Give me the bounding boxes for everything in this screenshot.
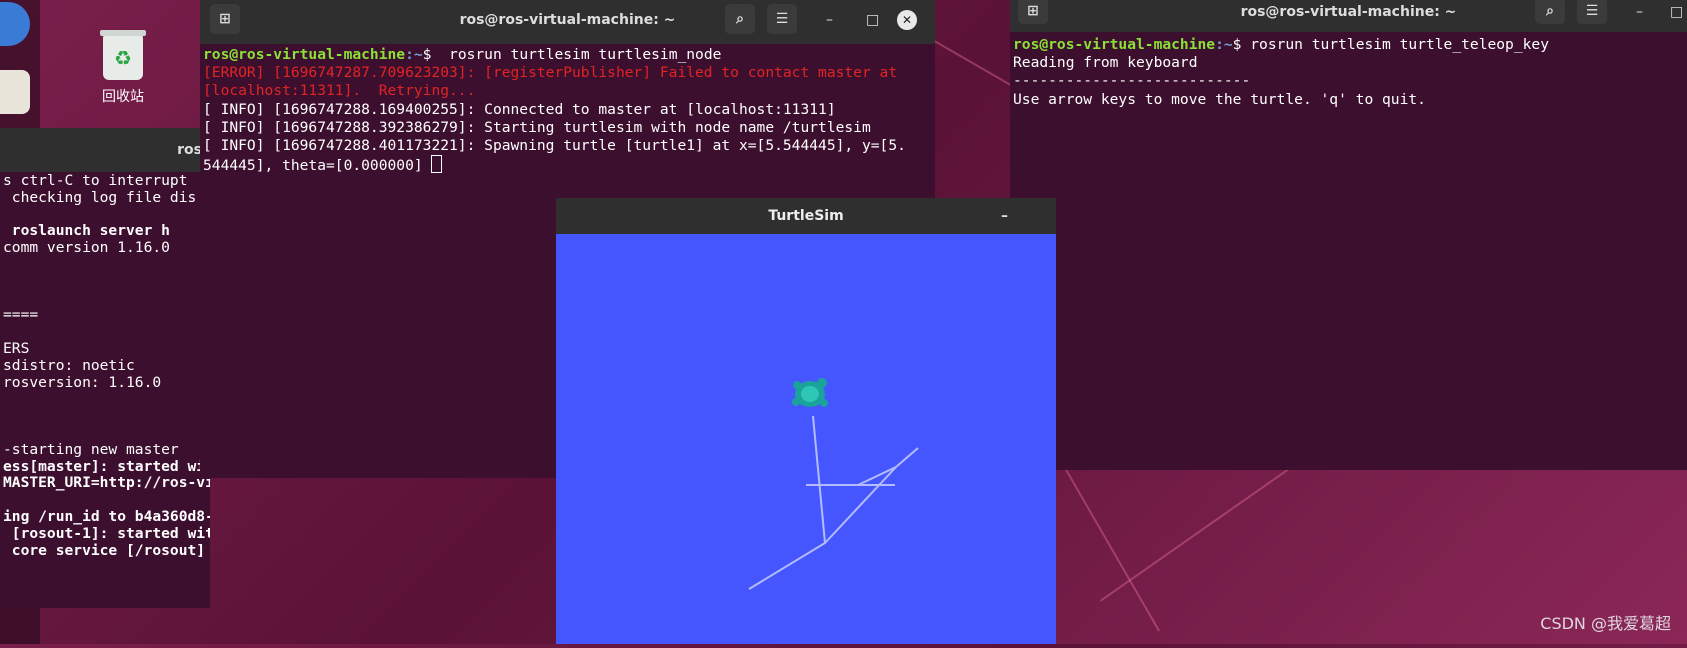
maximize-icon[interactable]: □ [1670, 0, 1683, 24]
info-line: [ INFO] [1696747288.401173221]: Spawning… [203, 137, 906, 155]
terminal-line: roslaunch server h [3, 222, 170, 240]
minimize-icon[interactable]: – [1001, 198, 1008, 234]
prompt-path: :~ [1215, 36, 1233, 53]
terminal-line: checking log file dis [3, 188, 197, 206]
turtle-icon [792, 378, 828, 407]
prompt-path: :~ [405, 46, 423, 63]
search-icon[interactable]: ⌕ [1535, 0, 1565, 24]
turtle-trail [748, 415, 827, 590]
terminal-line: rosversion: 1.16.0 [3, 373, 162, 391]
terminal-line: [rosout-1]: started with pid [1965] [11, 524, 210, 542]
output-line: Reading from keyboard [1013, 54, 1198, 72]
terminal-output: ros@ros-virtual-machine:~$ rosrun turtle… [1013, 36, 1684, 109]
titlebar: ⊞ ros@ros-virtual-machine: ~ ⌕ ☰ – □ [1010, 0, 1687, 32]
teleop-terminal[interactable]: ⊞ ros@ros-virtual-machine: ~ ⌕ ☰ – □ ros… [1010, 0, 1687, 470]
output-line: --------------------------- [1013, 72, 1251, 90]
turtlesim-titlebar: TurtleSim – [556, 198, 1056, 234]
titlebar: ros [0, 128, 210, 172]
terminal-line: ==== [3, 306, 39, 324]
window-title: ros@ros-virtual-machine: ~ [459, 12, 676, 28]
terminal-line: ess[master]: started with pid [1953] [3, 457, 210, 475]
titlebar: ⊞ ros@ros-virtual-machine: ~ ⌕ ☰ – □ ✕ [200, 0, 935, 44]
command-text: rosrun turtlesim turtlesim_node [431, 46, 722, 63]
files-icon[interactable] [0, 70, 30, 114]
info-line: [ INFO] [1696747288.392386279]: Starting… [203, 118, 871, 136]
terminal-line: core service [/rosout] [3, 541, 206, 559]
terminal-line: sdistro: noetic [3, 356, 135, 374]
command-text: rosrun turtlesim turtle_teleop_key [1241, 36, 1549, 53]
window-title: ros [177, 142, 202, 158]
close-icon[interactable]: ✕ [897, 10, 917, 30]
hamburger-menu-icon[interactable]: ☰ [767, 4, 797, 34]
terminal-line: comm version 1.16.0 [3, 239, 170, 257]
trash-label: 回收站 [102, 89, 144, 105]
terminal-line: ing /run_id to b4a360d8-65a5-11ee-a596-6… [3, 507, 210, 525]
info-line: [ INFO] [1696747288.169400255]: Connecte… [203, 100, 836, 118]
output-line: Use arrow keys to move the turtle. 'q' t… [1013, 90, 1426, 108]
window-title: ros@ros-virtual-machine: ~ [1240, 4, 1457, 20]
hamburger-menu-icon[interactable]: ☰ [1577, 0, 1607, 24]
search-icon[interactable]: ⌕ [725, 4, 755, 34]
terminal-output: s ctrl-C to interrupt checking log file … [3, 172, 210, 559]
recycle-icon: ♻ [100, 30, 146, 80]
minimize-icon[interactable]: – [1636, 0, 1643, 24]
prompt-user: ros@ros-virtual-machine [1013, 36, 1216, 53]
text-cursor [431, 155, 443, 174]
error-line: [ERROR] [1696747287.709623203]: [registe… [203, 64, 898, 82]
terminal-line: ERS [3, 339, 30, 357]
turtle-trail-canvas [748, 378, 919, 590]
terminal-line: -starting new master [3, 440, 179, 458]
watermark: CSDN @我爱葛超 [1540, 614, 1671, 633]
window-title: TurtleSim [768, 208, 844, 224]
turtlesim-window[interactable]: TurtleSim – [556, 198, 1056, 644]
terminal-line: s ctrl-C to interrupt [3, 172, 188, 189]
wallpaper-line [1100, 450, 1315, 602]
error-line: [localhost:11311]. Retrying... [203, 82, 476, 100]
thunderbird-icon[interactable] [0, 2, 30, 46]
maximize-icon[interactable]: □ [866, 0, 879, 40]
new-tab-icon[interactable]: ⊞ [210, 4, 240, 34]
roscore-terminal[interactable]: ros s ctrl-C to interrupt checking log f… [0, 128, 210, 608]
terminal-line: MASTER_URI=http://ros-virtual-machine:11… [3, 474, 210, 492]
turtlesim-canvas [556, 234, 1056, 644]
new-tab-icon[interactable]: ⊞ [1018, 0, 1048, 24]
trash-desktop-icon[interactable]: ♻ 回收站 [82, 30, 164, 106]
info-line: 544445], theta=[0.000000] [203, 157, 423, 175]
minimize-icon[interactable]: – [826, 0, 833, 40]
terminal-output: ros@ros-virtual-machine:~$ rosrun turtle… [203, 46, 932, 175]
turtle-trail [895, 447, 919, 468]
prompt-user: ros@ros-virtual-machine [203, 46, 406, 63]
